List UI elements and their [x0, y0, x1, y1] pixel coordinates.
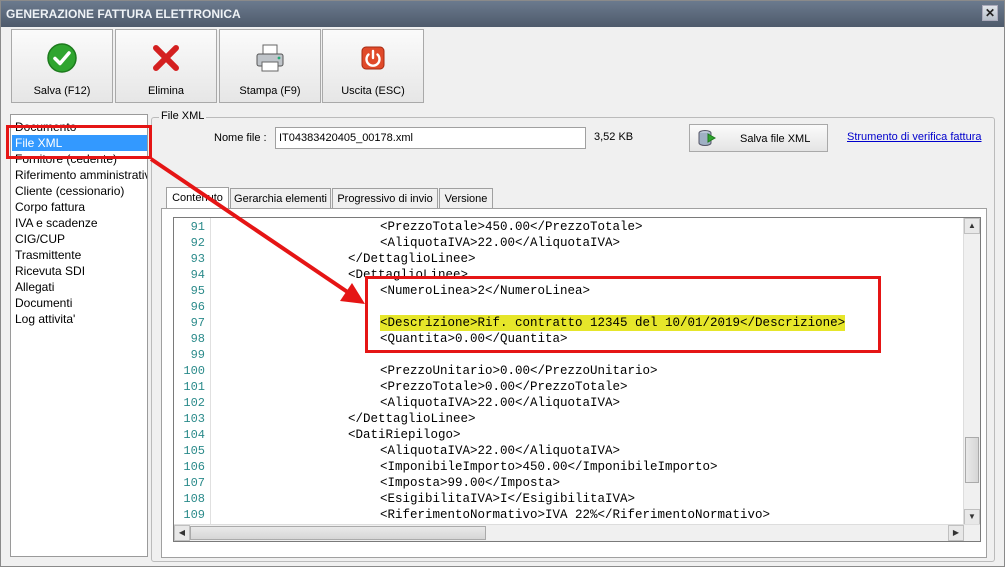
code-line: <EsigibilitaIVA>I</EsigibilitaIVA>	[380, 492, 636, 506]
code-line: <AliquotaIVA>22.00</AliquotaIVA>	[380, 236, 621, 250]
line-number: 99	[190, 348, 205, 362]
file-name-field[interactable]: IT04383420405_00178.xml	[275, 127, 586, 149]
code-line: <DatiRiepilogo>	[348, 428, 461, 442]
delete-x-icon	[153, 45, 179, 71]
scroll-down-icon[interactable]: ▼	[964, 509, 980, 525]
verify-tool-link[interactable]: Strumento di verifica fattura	[847, 131, 982, 143]
printer-icon	[256, 44, 284, 72]
save-button[interactable]: Salva (F12)	[11, 29, 113, 103]
horizontal-scroll-thumb[interactable]	[190, 526, 486, 540]
save-button-label: Salva (F12)	[33, 85, 91, 97]
xml-editor[interactable]: 91 <PrezzoTotale>450.00</PrezzoTotale> 92 <…	[173, 217, 981, 542]
exit-button-label: Uscita (ESC)	[341, 85, 405, 97]
sidebar-item-documenti[interactable]: Documenti	[15, 295, 147, 311]
check-icon	[47, 43, 77, 73]
sidebar-item-corpo-fattura[interactable]: Corpo fattura	[15, 199, 147, 215]
line-number: 102	[183, 396, 205, 410]
exit-power-icon	[361, 46, 385, 70]
line-number: 109	[183, 508, 205, 522]
code-line: <AliquotaIVA>22.00</AliquotaIVA>	[380, 396, 621, 410]
sidebar-item-trasmittente[interactable]: Trasmittente	[15, 247, 147, 263]
horizontal-scrollbar[interactable]: ◀ ▶	[174, 524, 980, 541]
line-number: 105	[183, 444, 205, 458]
exit-button[interactable]: Uscita (ESC)	[322, 29, 424, 103]
line-number: 101	[183, 380, 205, 394]
save-xml-label: Salva file XML	[740, 133, 811, 145]
tab-versione[interactable]: Versione	[439, 188, 493, 208]
close-button[interactable]: ✕	[982, 5, 998, 21]
vertical-scroll-thumb[interactable]	[965, 437, 979, 483]
sidebar-item-riferimento-amministrativo[interactable]: Riferimento amministrativo	[15, 167, 147, 183]
vertical-scrollbar[interactable]: ▲ ▼	[963, 218, 980, 526]
print-button[interactable]: Stampa (F9)	[219, 29, 321, 103]
gutter-divider	[210, 218, 211, 541]
toolbar: Salva (F12) Elimina Stampa (F9) Uscita (…	[1, 27, 1004, 105]
sidebar-item-log-attivita[interactable]: Log attivita'	[15, 311, 147, 327]
line-number: 100	[183, 364, 205, 378]
code-line: </DettaglioLinee>	[348, 252, 476, 266]
line-number: 92	[190, 236, 205, 250]
scroll-left-icon[interactable]: ◀	[174, 525, 190, 541]
line-number: 94	[190, 268, 205, 282]
code-line: <RiferimentoNormativo>IVA 22%</Riferimen…	[380, 508, 771, 522]
delete-button[interactable]: Elimina	[115, 29, 217, 103]
code-line: </DettaglioLinee>	[348, 412, 476, 426]
line-number: 93	[190, 252, 205, 266]
line-number: 96	[190, 300, 205, 314]
file-size: 3,52 KB	[594, 131, 634, 143]
line-number: 108	[183, 492, 205, 506]
code-line: <PrezzoUnitario>0.00</PrezzoUnitario>	[380, 364, 658, 378]
window-title: GENERAZIONE FATTURA ELETTRONICA	[6, 7, 241, 21]
tab-contenuto[interactable]: Contenuto	[166, 187, 229, 209]
line-number: 107	[183, 476, 205, 490]
code-line: <AliquotaIVA>22.00</AliquotaIVA>	[380, 444, 621, 458]
line-number: 104	[183, 428, 205, 442]
database-save-icon	[698, 130, 717, 146]
file-xml-group-title: File XML	[159, 110, 207, 122]
sidebar-item-ricevuta-sdi[interactable]: Ricevuta SDI	[15, 263, 147, 279]
code-line: <ImponibileImporto>450.00</ImponibileImp…	[380, 460, 718, 474]
invoice-window: GENERAZIONE FATTURA ELETTRONICA ✕ Salva …	[0, 0, 1005, 567]
sidebar-nav: Documento File XML Fornitore (cedente) R…	[10, 114, 148, 557]
line-number: 97	[190, 316, 205, 330]
line-number: 103	[183, 412, 205, 426]
code-line: <Imposta>99.00</Imposta>	[380, 476, 561, 490]
annotation-box-sidebar	[6, 125, 152, 159]
code-line: <PrezzoTotale>450.00</PrezzoTotale>	[380, 220, 643, 234]
scroll-right-icon[interactable]: ▶	[948, 525, 964, 541]
scroll-up-icon[interactable]: ▲	[964, 218, 980, 234]
delete-button-label: Elimina	[147, 85, 185, 97]
sidebar-item-cig-cup[interactable]: CIG/CUP	[15, 231, 147, 247]
tab-progressivo-invio[interactable]: Progressivo di invio	[332, 188, 438, 208]
annotation-box-code	[365, 276, 881, 353]
print-button-label: Stampa (F9)	[239, 85, 301, 97]
code-line: <PrezzoTotale>0.00</PrezzoTotale>	[380, 380, 628, 394]
file-name-label: Nome file :	[214, 132, 267, 144]
sidebar-item-cliente[interactable]: Cliente (cessionario)	[15, 183, 147, 199]
title-bar: GENERAZIONE FATTURA ELETTRONICA ✕	[1, 1, 1004, 27]
tab-gerarchia-elementi[interactable]: Gerarchia elementi	[230, 188, 331, 208]
line-number: 91	[190, 220, 205, 234]
sidebar-item-allegati[interactable]: Allegati	[15, 279, 147, 295]
line-number: 98	[190, 332, 205, 346]
line-number: 95	[190, 284, 205, 298]
sidebar-item-iva-scadenze[interactable]: IVA e scadenze	[15, 215, 147, 231]
line-number: 106	[183, 460, 205, 474]
save-xml-button[interactable]: Salva file XML	[689, 124, 828, 152]
